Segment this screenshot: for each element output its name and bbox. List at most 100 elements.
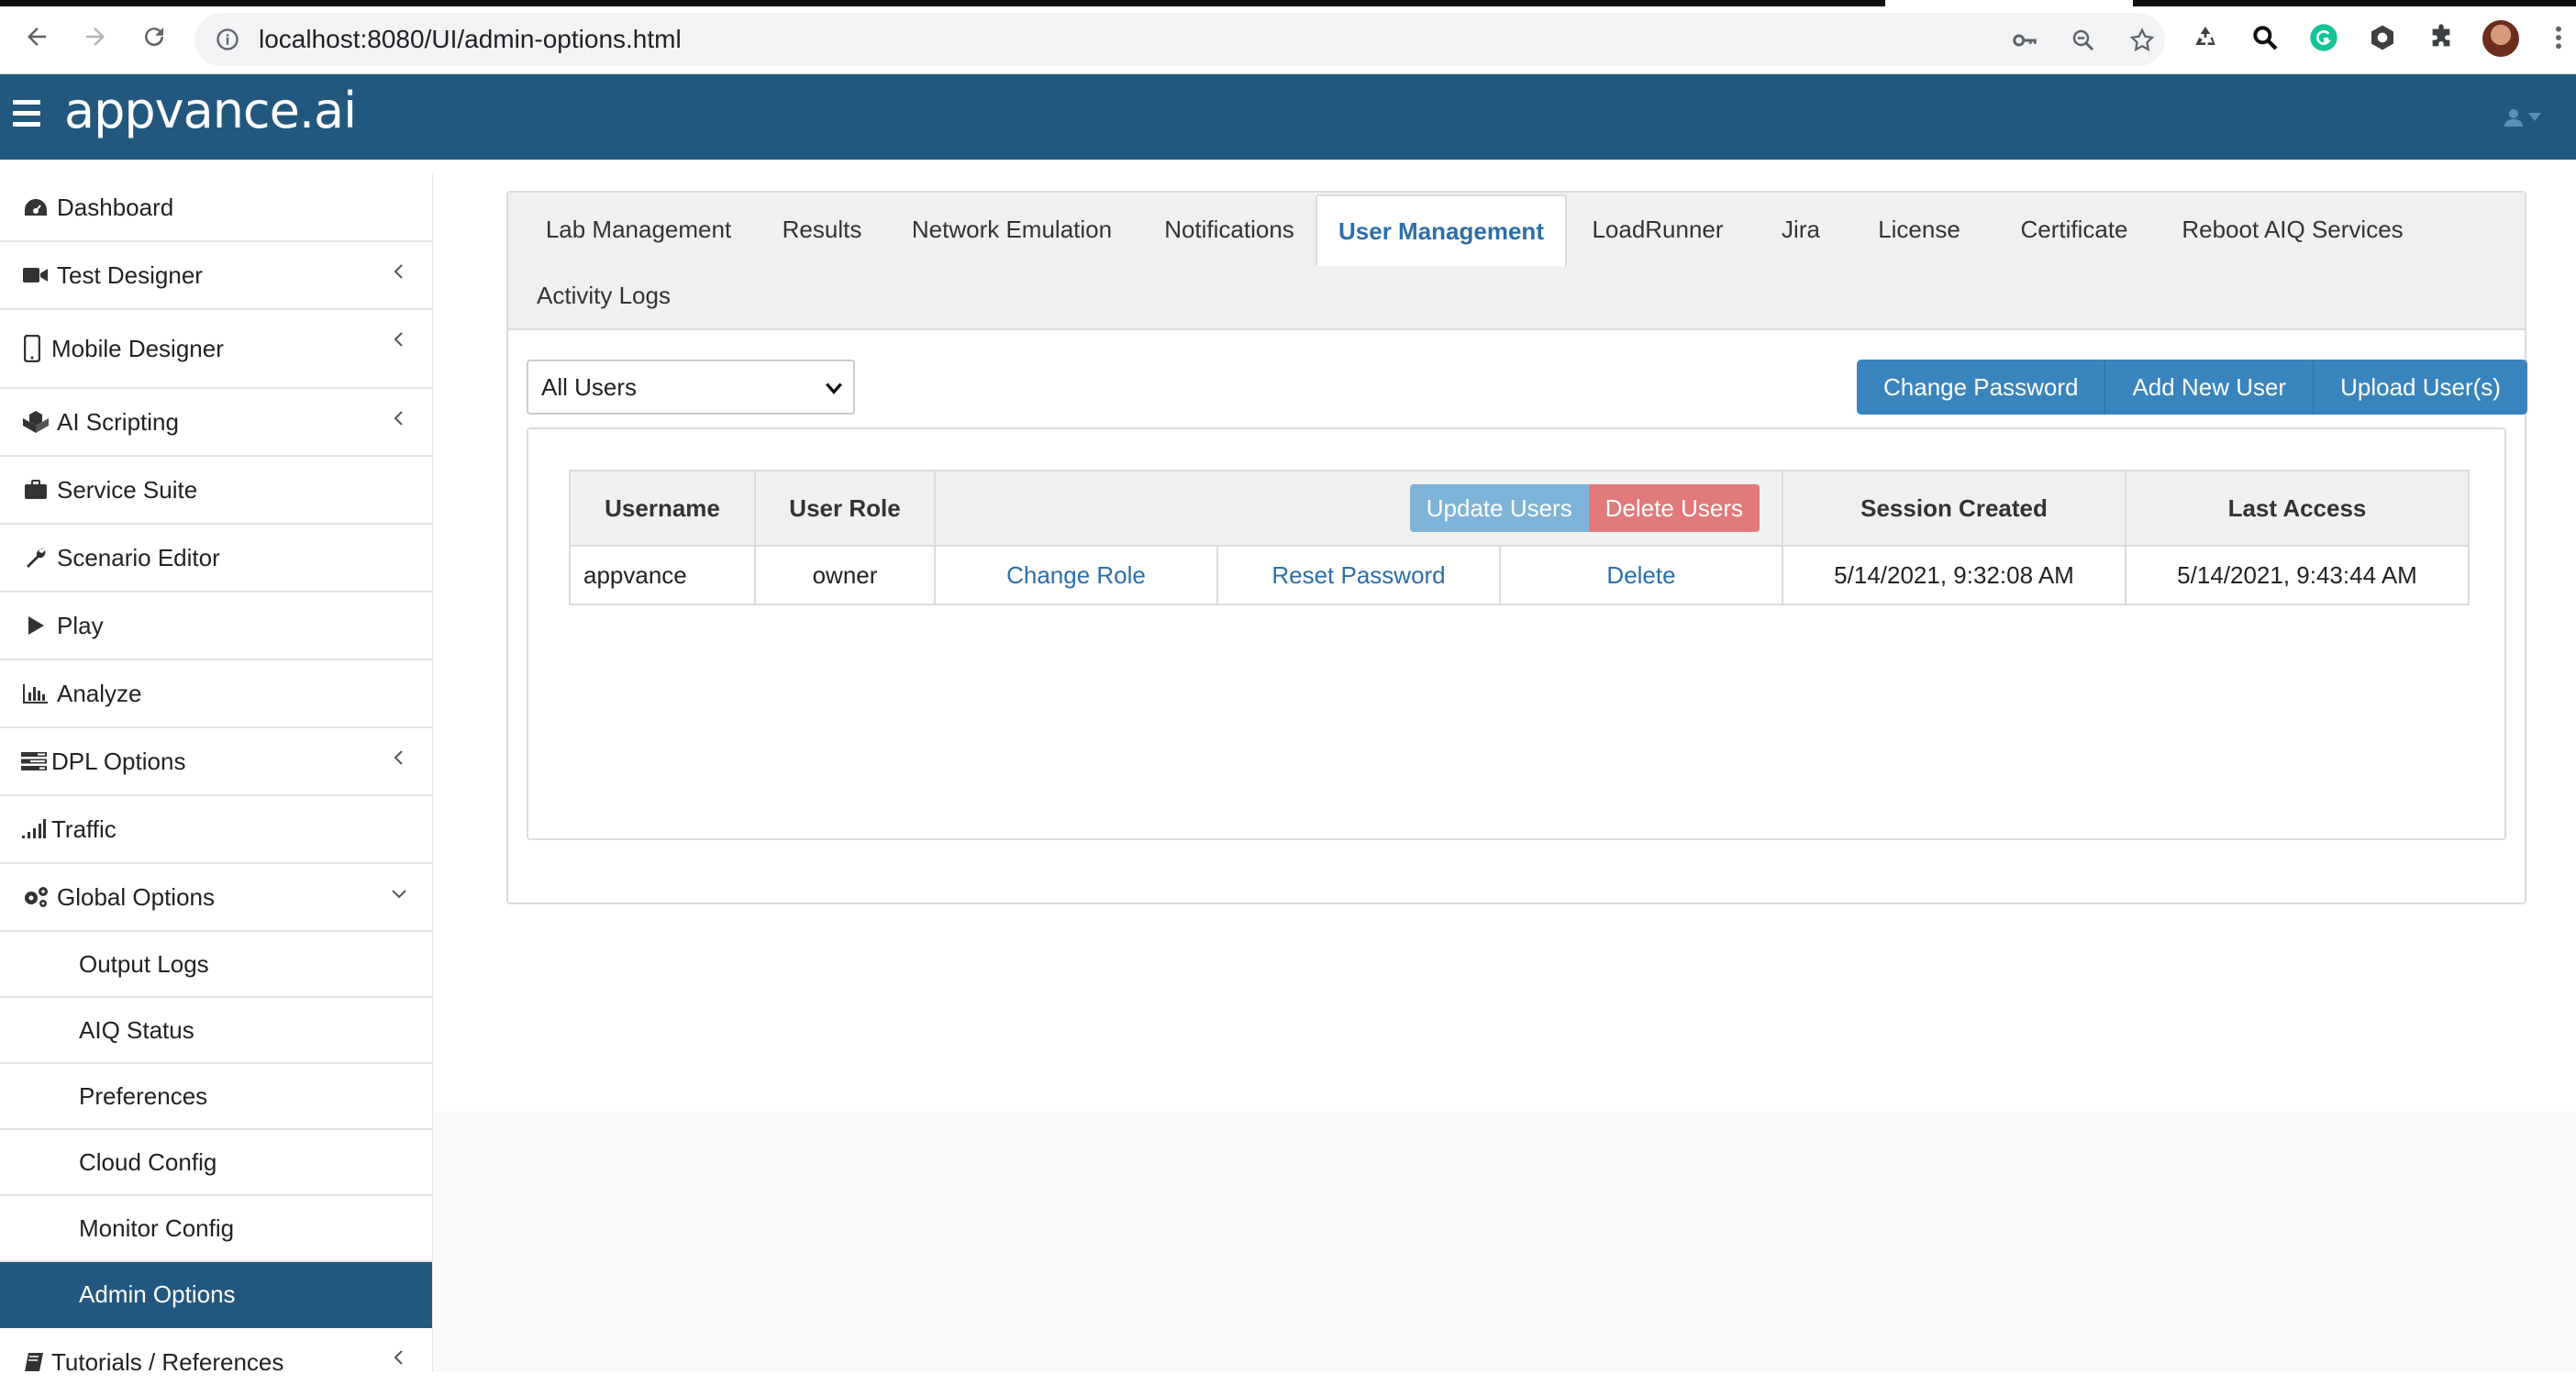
sidebar-item-label: DPL Options	[51, 747, 186, 775]
key-icon[interactable]	[2009, 25, 2040, 56]
tab-reboot-aiq-services[interactable]: Reboot AIQ Services	[2160, 196, 2426, 262]
chevron-down-icon	[392, 890, 406, 899]
admin-tabs: Lab Management Results Network Emulation…	[508, 193, 2525, 330]
tab-loadrunner[interactable]: LoadRunner	[1563, 196, 1752, 262]
dashboard-icon	[22, 194, 50, 221]
user-actions-group: Change Password Add New User Upload User…	[1857, 360, 2527, 415]
play-icon	[22, 612, 50, 639]
tab-activity-logs[interactable]: Activity Logs	[521, 262, 686, 328]
users-table: Username User Role Update Users Delete U…	[569, 470, 2470, 605]
change-password-button[interactable]: Change Password	[1857, 360, 2106, 415]
user-menu[interactable]	[2503, 102, 2558, 133]
sidebar-subitem-output-logs[interactable]: Output Logs	[0, 932, 432, 998]
add-new-user-button[interactable]: Add New User	[2105, 360, 2315, 415]
tab-license[interactable]: License	[1849, 196, 1989, 262]
app-logo[interactable]: appvance.ai	[64, 82, 357, 139]
sidebar-item-global-options[interactable]: Global Options	[0, 864, 432, 932]
column-header-actions: Update Users Delete Users	[934, 470, 1783, 547]
browser-toolbar: localhost:8080/UI/admin-options.html	[0, 0, 2576, 74]
zoom-icon[interactable]	[2068, 25, 2099, 56]
forward-icon[interactable]	[77, 18, 114, 55]
wrench-icon	[22, 544, 50, 571]
delete-users-button[interactable]: Delete Users	[1588, 484, 1760, 532]
column-header-user-role: User Role	[754, 470, 936, 547]
tab-lab-management[interactable]: Lab Management	[521, 196, 756, 262]
sidebar-item-analyze[interactable]: Analyze	[0, 660, 432, 728]
upload-users-button[interactable]: Upload User(s)	[2314, 360, 2527, 415]
sidebar-item-label: Service Suite	[57, 475, 198, 504]
sidebar-item-scenario-editor[interactable]: Scenario Editor	[0, 525, 432, 593]
tab-results[interactable]: Results	[756, 196, 888, 262]
back-icon[interactable]	[18, 18, 55, 55]
hamburger-menu-icon[interactable]	[13, 100, 40, 127]
sidebar-subitem-admin-options[interactable]: Admin Options	[0, 1262, 432, 1328]
chevron-down-icon	[826, 382, 842, 394]
admin-options-panel: Lab Management Results Network Emulation…	[506, 191, 2527, 904]
chevron-left-icon	[394, 264, 403, 279]
tab-jira[interactable]: Jira	[1752, 196, 1849, 262]
cell-reset-password: Reset Password	[1216, 545, 1501, 605]
sidebar-item-dpl-options[interactable]: DPL Options	[0, 728, 432, 796]
chevron-left-icon	[394, 332, 403, 347]
gears-icon	[22, 883, 50, 911]
site-info-icon[interactable]	[215, 27, 240, 52]
sidebar-item-label: Play	[57, 611, 104, 639]
cell-change-role: Change Role	[934, 545, 1218, 605]
sidebar-item-dashboard[interactable]: Dashboard	[0, 174, 432, 242]
sidebar-item-label: Analyze	[57, 679, 142, 707]
sidebar-item-test-designer[interactable]: Test Designer	[0, 242, 432, 310]
delete-user-link[interactable]: Delete	[1606, 561, 1675, 589]
sidebar-subitem-cloud-config[interactable]: Cloud Config	[0, 1130, 432, 1196]
sidebar-item-label: AI Scripting	[57, 407, 179, 436]
sidebar-item-label: Global Options	[57, 882, 215, 911]
url-text[interactable]: localhost:8080/UI/admin-options.html	[259, 25, 682, 54]
sidebar-subitem-aiq-status[interactable]: AIQ Status	[0, 998, 432, 1064]
profile-avatar[interactable]	[2482, 20, 2519, 57]
mobile-phone-icon	[18, 335, 46, 362]
sidebar-item-label: Dashboard	[57, 193, 174, 221]
sidebar-item-label: Traffic	[51, 814, 117, 843]
user-filter-value: All Users	[541, 372, 638, 401]
tab-certificate[interactable]: Certificate	[1989, 196, 2160, 262]
sidebar-item-ai-scripting[interactable]: AI Scripting	[0, 389, 432, 457]
grammarly-icon[interactable]	[2306, 20, 2341, 55]
hexagon-extension-icon[interactable]	[2365, 20, 2400, 55]
cell-delete: Delete	[1499, 545, 1783, 605]
search-extension-icon[interactable]	[2248, 20, 2282, 55]
reset-password-link[interactable]: Reset Password	[1271, 561, 1445, 589]
user-icon	[2504, 109, 2523, 127]
browser-tabstrip-edge	[0, 0, 2576, 6]
chevron-left-icon	[394, 411, 403, 426]
chevron-left-icon	[394, 1350, 403, 1365]
chevron-left-icon	[394, 750, 403, 765]
user-filter-select[interactable]: All Users	[527, 360, 855, 415]
sidebar-item-traffic[interactable]: Traffic	[0, 796, 432, 864]
tab-notifications[interactable]: Notifications	[1136, 196, 1323, 262]
bar-chart-icon	[22, 680, 50, 707]
sidebar-item-service-suite[interactable]: Service Suite	[0, 457, 432, 525]
sidebar-item-mobile-designer[interactable]: Mobile Designer	[0, 310, 432, 389]
tab-user-management[interactable]: User Management	[1316, 194, 1567, 266]
sidebar: Dashboard Test Designer Mobile Designer …	[0, 174, 433, 1376]
sidebar-item-tutorials[interactable]: Tutorials / References	[0, 1328, 432, 1396]
cell-username: appvance	[569, 545, 756, 605]
sidebar-item-play[interactable]: Play	[0, 593, 432, 660]
browser-menu-icon[interactable]	[2541, 20, 2576, 55]
recycle-extension-icon[interactable]	[2188, 20, 2223, 55]
sidebar-subitem-preferences[interactable]: Preferences	[0, 1064, 432, 1130]
update-users-button[interactable]: Update Users	[1409, 484, 1589, 532]
users-table-panel: Username User Role Update Users Delete U…	[527, 427, 2506, 840]
signal-icon	[20, 815, 48, 843]
column-header-last-access: Last Access	[2125, 470, 2470, 547]
tasks-icon	[20, 748, 48, 775]
video-camera-icon	[22, 261, 50, 289]
reload-icon[interactable]	[136, 18, 172, 55]
sidebar-subitem-monitor-config[interactable]: Monitor Config	[0, 1196, 432, 1262]
content-background	[433, 1112, 2576, 1372]
table-row: appvance owner Change Role Reset Passwor…	[569, 545, 2470, 605]
change-role-link[interactable]: Change Role	[1006, 561, 1146, 589]
address-bar[interactable]: localhost:8080/UI/admin-options.html	[194, 13, 2165, 66]
tab-network-emulation[interactable]: Network Emulation	[888, 196, 1136, 262]
bookmark-star-icon[interactable]	[2126, 25, 2158, 56]
extensions-puzzle-icon[interactable]	[2424, 20, 2459, 55]
